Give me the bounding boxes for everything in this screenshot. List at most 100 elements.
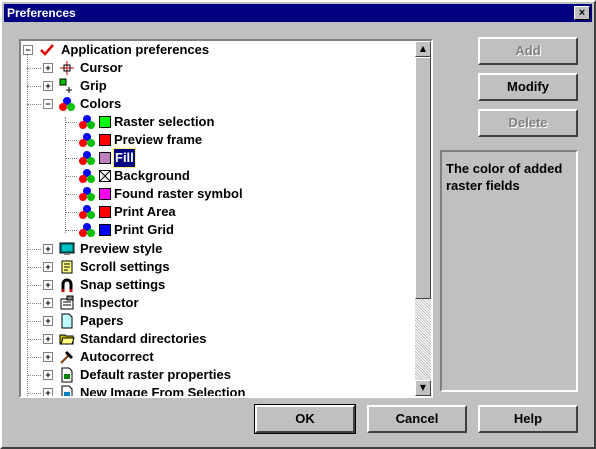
preferences-tree[interactable]: − Application preferences + Cursor + Gri… xyxy=(19,39,433,398)
preferences-dialog: Preferences × − Application preferences … xyxy=(0,0,596,449)
tree-line xyxy=(65,122,77,124)
color-swatch xyxy=(99,134,111,146)
collapse-icon[interactable]: − xyxy=(43,99,53,109)
tree-line xyxy=(27,285,41,287)
colors-icon xyxy=(79,151,95,165)
expand-icon[interactable]: + xyxy=(43,63,53,73)
tree-line xyxy=(27,375,41,377)
tree-item-background[interactable]: Background xyxy=(21,167,401,185)
raster-props-icon xyxy=(61,367,73,383)
tree-item-cursor[interactable]: + Cursor xyxy=(21,59,401,77)
colors-icon xyxy=(79,205,95,219)
tree-line xyxy=(27,339,41,341)
tree-content: − Application preferences + Cursor + Gri… xyxy=(21,41,411,396)
colors-icon xyxy=(79,133,95,147)
tree-item-label: Found raster symbol xyxy=(114,186,243,201)
tree-item-label: Inspector xyxy=(80,295,139,310)
tree-item-default-raster-properties[interactable]: + Default raster properties xyxy=(21,366,401,384)
color-swatch xyxy=(99,152,111,164)
tree-item-raster-selection[interactable]: Raster selection xyxy=(21,113,401,131)
tree-line xyxy=(27,267,41,269)
expand-icon[interactable]: + xyxy=(43,262,53,272)
tree-line xyxy=(65,194,77,196)
expand-icon[interactable]: + xyxy=(43,334,53,344)
tree-item-fill[interactable]: Fill xyxy=(21,148,401,168)
magnet-icon xyxy=(61,278,73,292)
tree-line xyxy=(27,104,41,106)
tree-item-label: Standard directories xyxy=(80,331,207,346)
expand-icon[interactable]: + xyxy=(43,280,53,290)
tree-item-label: Snap settings xyxy=(80,277,166,292)
tree-root[interactable]: − Application preferences xyxy=(21,41,401,59)
color-swatch xyxy=(99,206,111,218)
delete-button[interactable]: Delete xyxy=(478,109,578,137)
tree-line xyxy=(27,68,41,70)
tree-item-label: Autocorrect xyxy=(80,349,154,364)
expand-icon[interactable]: + xyxy=(43,81,53,91)
tree-item-preview-style[interactable]: + Preview style xyxy=(21,240,401,258)
tree-item-label: Raster selection xyxy=(114,114,215,129)
crosshair-icon xyxy=(60,61,74,75)
tree-item-colors[interactable]: − Colors xyxy=(21,95,401,113)
help-button[interactable]: Help xyxy=(478,405,578,433)
tree-item-preview-frame[interactable]: Preview frame xyxy=(21,131,401,149)
tree-line xyxy=(27,321,41,323)
tree-item-label: Cursor xyxy=(80,60,123,75)
tree-item-papers[interactable]: + Papers xyxy=(21,312,401,330)
tree-item-autocorrect[interactable]: + Autocorrect xyxy=(21,348,401,366)
grip-icon xyxy=(59,78,72,93)
cancel-button[interactable]: Cancel xyxy=(367,405,467,433)
new-image-icon xyxy=(61,385,73,396)
color-swatch xyxy=(99,188,111,200)
tree-item-new-image-from-selection[interactable]: + New Image From Selection xyxy=(21,384,401,396)
scroll-icon xyxy=(61,260,73,274)
tree-item-label: Preview style xyxy=(80,241,163,256)
tree-item-label: Colors xyxy=(80,96,122,111)
tree-line xyxy=(65,176,77,178)
colors-icon xyxy=(79,223,95,237)
scroll-up-button[interactable]: ▲ xyxy=(415,41,431,57)
tree-item-label: Print Area xyxy=(114,204,176,219)
tree-item-label: Scroll settings xyxy=(80,259,170,274)
tree-item-grip[interactable]: + Grip xyxy=(21,77,401,95)
collapse-icon[interactable]: − xyxy=(23,45,33,55)
expand-icon[interactable]: + xyxy=(43,370,53,380)
expand-icon[interactable]: + xyxy=(43,298,53,308)
tree-line xyxy=(65,158,77,160)
color-swatch xyxy=(99,116,111,128)
hammer-icon xyxy=(60,351,73,364)
expand-icon[interactable]: + xyxy=(43,316,53,326)
tree-item-label: Print Grid xyxy=(114,222,174,237)
monitor-icon xyxy=(59,242,75,255)
tree-item-label: Preview frame xyxy=(114,132,203,147)
tree-item-found-raster-symbol[interactable]: Found raster symbol xyxy=(21,185,401,203)
tree-item-label: Default raster properties xyxy=(80,367,231,382)
scroll-thumb[interactable] xyxy=(415,57,431,299)
tree-item-print-grid[interactable]: Print Grid xyxy=(21,221,401,239)
tree-item-print-area[interactable]: Print Area xyxy=(21,203,401,221)
ok-button[interactable]: OK xyxy=(254,404,356,434)
vertical-scrollbar[interactable]: ▲ ▼ xyxy=(415,41,431,396)
tree-item-scroll-settings[interactable]: + Scroll settings xyxy=(21,258,401,276)
modify-button[interactable]: Modify xyxy=(478,73,578,101)
title-bar[interactable]: Preferences × xyxy=(4,4,592,22)
scroll-down-button[interactable]: ▼ xyxy=(415,380,431,396)
tree-line xyxy=(27,86,41,88)
tree-item-label: Papers xyxy=(80,313,124,328)
add-button[interactable]: Add xyxy=(478,37,578,65)
tree-item-label: Fill xyxy=(113,148,136,168)
close-button[interactable]: × xyxy=(574,6,590,20)
tree-item-standard-directories[interactable]: + Standard directories xyxy=(21,330,401,348)
tree-item-label: Background xyxy=(114,168,190,183)
window-title: Preferences xyxy=(7,6,76,20)
expand-icon[interactable]: + xyxy=(43,352,53,362)
expand-icon[interactable]: + xyxy=(43,244,53,254)
tree-line xyxy=(27,357,41,359)
tree-line xyxy=(27,303,41,305)
checkmark-icon xyxy=(40,44,54,56)
tree-item-snap-settings[interactable]: + Snap settings xyxy=(21,276,401,294)
color-swatch xyxy=(99,224,111,236)
inspector-icon xyxy=(60,295,74,310)
tree-item-inspector[interactable]: + Inspector xyxy=(21,294,401,312)
expand-icon[interactable]: + xyxy=(43,388,53,396)
